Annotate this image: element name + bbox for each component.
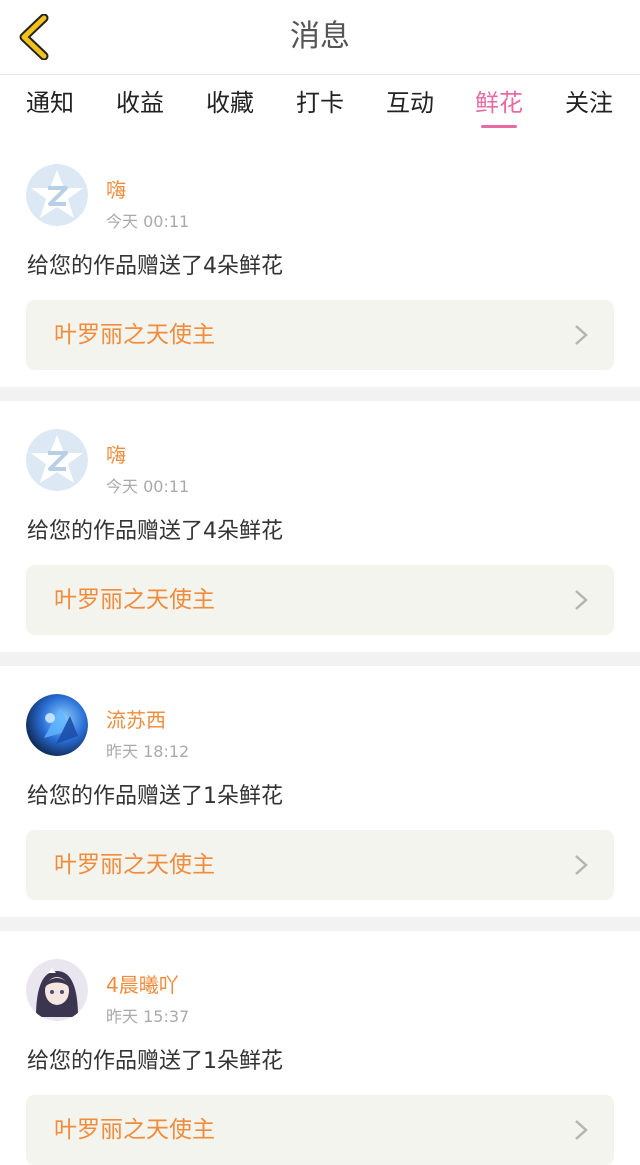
anime-girl-avatar-icon	[26, 959, 88, 1021]
message-text: 给您的作品赠送了4朵鲜花	[27, 519, 283, 544]
tab-interact[interactable]: 互动	[378, 75, 442, 133]
chevron-right-icon	[575, 325, 588, 345]
card-separator	[0, 652, 640, 666]
abstract-avatar-icon	[26, 694, 88, 756]
chevron-right-icon	[575, 1120, 588, 1140]
message-card: 4晨曦吖 昨天 15:37 给您的作品赠送了1朵鲜花 叶罗丽之天使主	[0, 935, 640, 1165]
avatar[interactable]	[26, 429, 88, 491]
sender-name[interactable]: 4晨曦吖	[106, 969, 179, 998]
tab-follow[interactable]: 关注	[557, 75, 621, 133]
tab-favorites[interactable]: 收藏	[198, 75, 262, 133]
sender-name[interactable]: 嗨	[106, 439, 126, 468]
message-time: 昨天 18:12	[106, 742, 190, 761]
avatar[interactable]	[26, 959, 88, 1021]
tab-flowers[interactable]: 鲜花	[467, 75, 531, 133]
default-avatar-icon	[26, 164, 88, 226]
message-card: 流苏西 昨天 18:12 给您的作品赠送了1朵鲜花 叶罗丽之天使主	[0, 670, 640, 921]
default-avatar-icon	[26, 429, 88, 491]
tab-checkin[interactable]: 打卡	[288, 75, 352, 133]
avatar[interactable]	[26, 694, 88, 756]
work-link[interactable]: 叶罗丽之天使主	[26, 300, 614, 370]
avatar[interactable]	[26, 164, 88, 226]
message-text: 给您的作品赠送了1朵鲜花	[27, 784, 283, 809]
page-title: 消息	[290, 19, 350, 54]
tab-bar: 通知 收益 收藏 打卡 互动 鲜花 关注	[0, 75, 640, 133]
chevron-right-icon	[575, 855, 588, 875]
work-title: 叶罗丽之天使主	[54, 1117, 215, 1143]
message-time: 昨天 15:37	[106, 1007, 190, 1026]
work-link[interactable]: 叶罗丽之天使主	[26, 565, 614, 635]
work-link[interactable]: 叶罗丽之天使主	[26, 830, 614, 900]
tab-income[interactable]: 收益	[108, 75, 172, 133]
header: 消息	[0, 0, 640, 75]
tab-notice[interactable]: 通知	[18, 75, 82, 133]
work-title: 叶罗丽之天使主	[54, 322, 215, 348]
message-card: 嗨 今天 00:11 给您的作品赠送了4朵鲜花 叶罗丽之天使主	[0, 405, 640, 656]
sender-name[interactable]: 流苏西	[106, 704, 166, 733]
message-card: 嗨 今天 00:11 给您的作品赠送了4朵鲜花 叶罗丽之天使主	[0, 140, 640, 391]
active-tab-indicator	[481, 125, 517, 128]
message-text: 给您的作品赠送了1朵鲜花	[27, 1049, 283, 1074]
card-separator	[0, 387, 640, 401]
tab-flowers-label: 鲜花	[475, 89, 523, 117]
chevron-right-icon	[575, 590, 588, 610]
message-text: 给您的作品赠送了4朵鲜花	[27, 254, 283, 279]
message-time: 今天 00:11	[106, 212, 190, 231]
sender-name[interactable]: 嗨	[106, 174, 126, 203]
card-separator	[0, 917, 640, 931]
work-title: 叶罗丽之天使主	[54, 587, 215, 613]
message-time: 今天 00:11	[106, 477, 190, 496]
work-link[interactable]: 叶罗丽之天使主	[26, 1095, 614, 1165]
work-title: 叶罗丽之天使主	[54, 852, 215, 878]
